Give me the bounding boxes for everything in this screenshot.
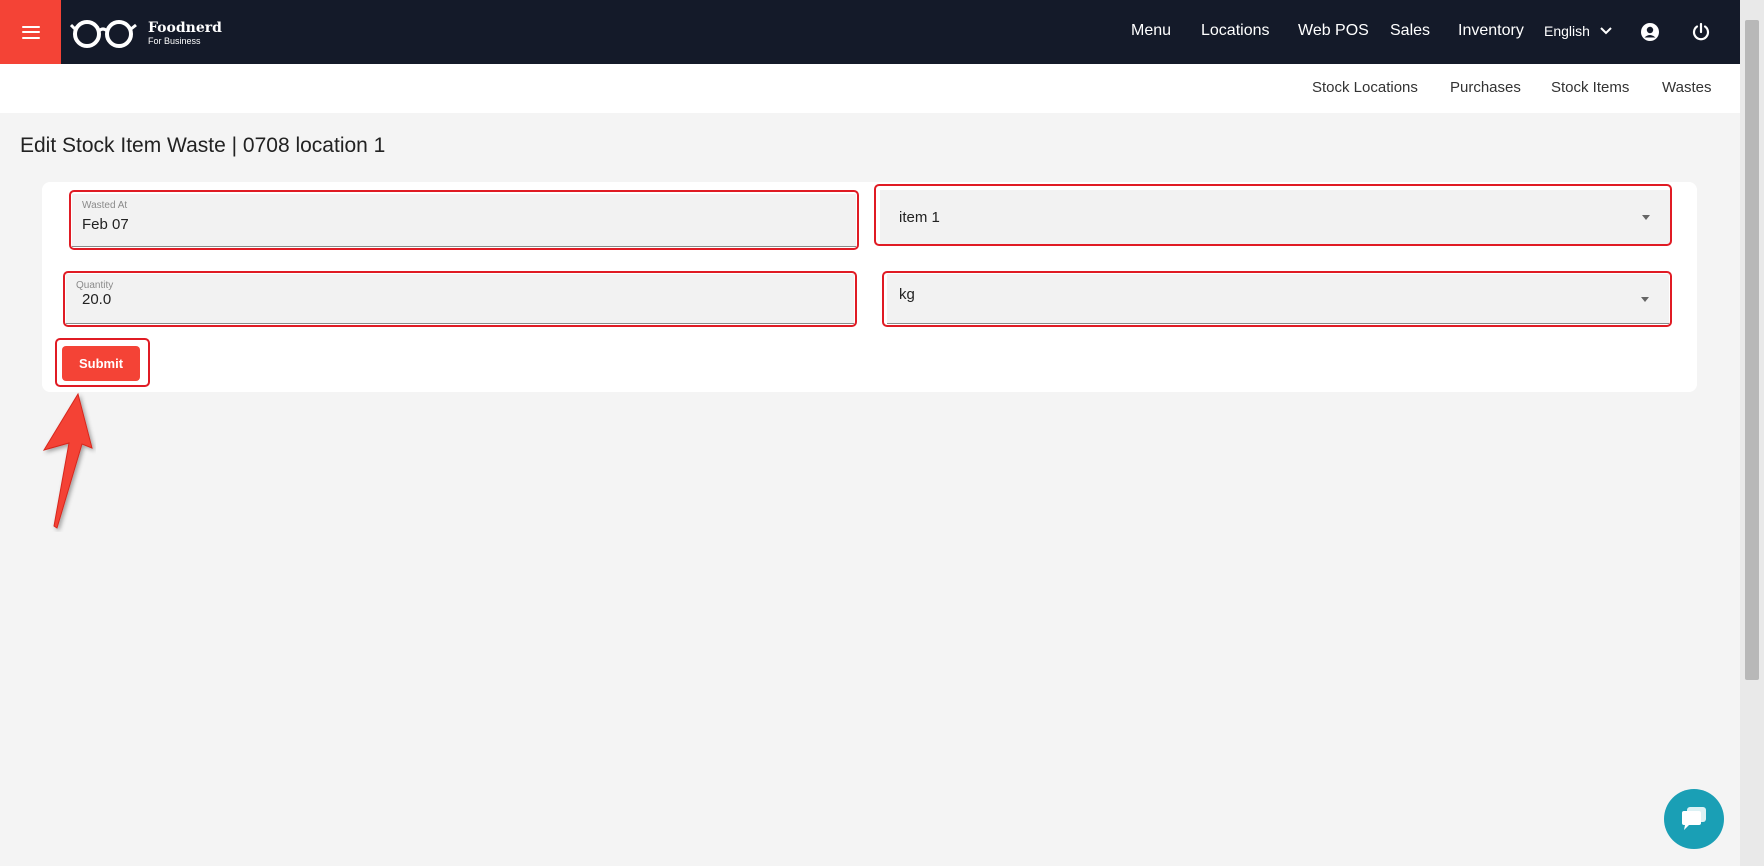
stock-item-select[interactable]: item 1 (880, 190, 1670, 245)
subnav-stock-locations[interactable]: Stock Locations (1312, 79, 1418, 96)
nav-sales[interactable]: Sales (1390, 22, 1430, 40)
brand-name: Foodnerd (148, 19, 222, 36)
language-selector[interactable]: English (1544, 23, 1612, 39)
language-label: English (1544, 23, 1590, 39)
subnav-wastes[interactable]: Wastes (1662, 79, 1711, 96)
nav-menu[interactable]: Menu (1131, 22, 1171, 40)
glasses-icon (70, 20, 137, 48)
wasted-at-value: Feb 07 (82, 216, 129, 233)
subnav-purchases[interactable]: Purchases (1450, 79, 1521, 96)
dropdown-arrow-icon (1641, 296, 1649, 302)
wasted-at-field[interactable]: Wasted At Feb 07 (72, 194, 856, 247)
inventory-subnav: Stock Locations Purchases Stock Items Wa… (0, 64, 1740, 113)
brand-logo[interactable]: Foodnerd For Business (70, 16, 222, 50)
dropdown-arrow-icon (1642, 215, 1650, 220)
quantity-value: 20.0 (82, 291, 112, 308)
stock-item-value: item 1 (899, 209, 940, 226)
annotation-arrow-icon (42, 392, 93, 529)
unit-value: kg (899, 286, 915, 303)
quantity-field[interactable]: Quantity 20.0 (66, 274, 854, 324)
scrollbar-thumb[interactable] (1745, 20, 1759, 680)
hamburger-icon (21, 25, 40, 39)
logout-button[interactable] (1689, 20, 1713, 44)
page-scrollbar[interactable] (1740, 0, 1764, 866)
chat-bubble-icon (1682, 807, 1706, 830)
nav-web-pos[interactable]: Web POS (1298, 22, 1369, 40)
power-icon (1692, 22, 1710, 41)
wasted-at-label: Wasted At (82, 200, 128, 211)
nav-locations[interactable]: Locations (1201, 22, 1270, 40)
page-title: Edit Stock Item Waste | 0708 location 1 (20, 134, 386, 157)
chevron-down-icon (1600, 27, 1612, 35)
account-circle-icon (1641, 23, 1659, 41)
account-button[interactable] (1638, 20, 1662, 44)
unit-select[interactable]: kg (887, 274, 1669, 324)
top-navbar: Foodnerd For Business Menu Locations Web… (0, 0, 1740, 64)
menu-toggle-button[interactable] (0, 0, 61, 64)
quantity-label: Quantity (76, 280, 114, 291)
nav-inventory[interactable]: Inventory (1458, 22, 1524, 40)
chat-widget-button[interactable] (1664, 789, 1724, 849)
brand-subtitle: For Business (148, 35, 201, 46)
submit-button[interactable]: Submit (62, 346, 140, 381)
subnav-stock-items[interactable]: Stock Items (1551, 79, 1629, 96)
